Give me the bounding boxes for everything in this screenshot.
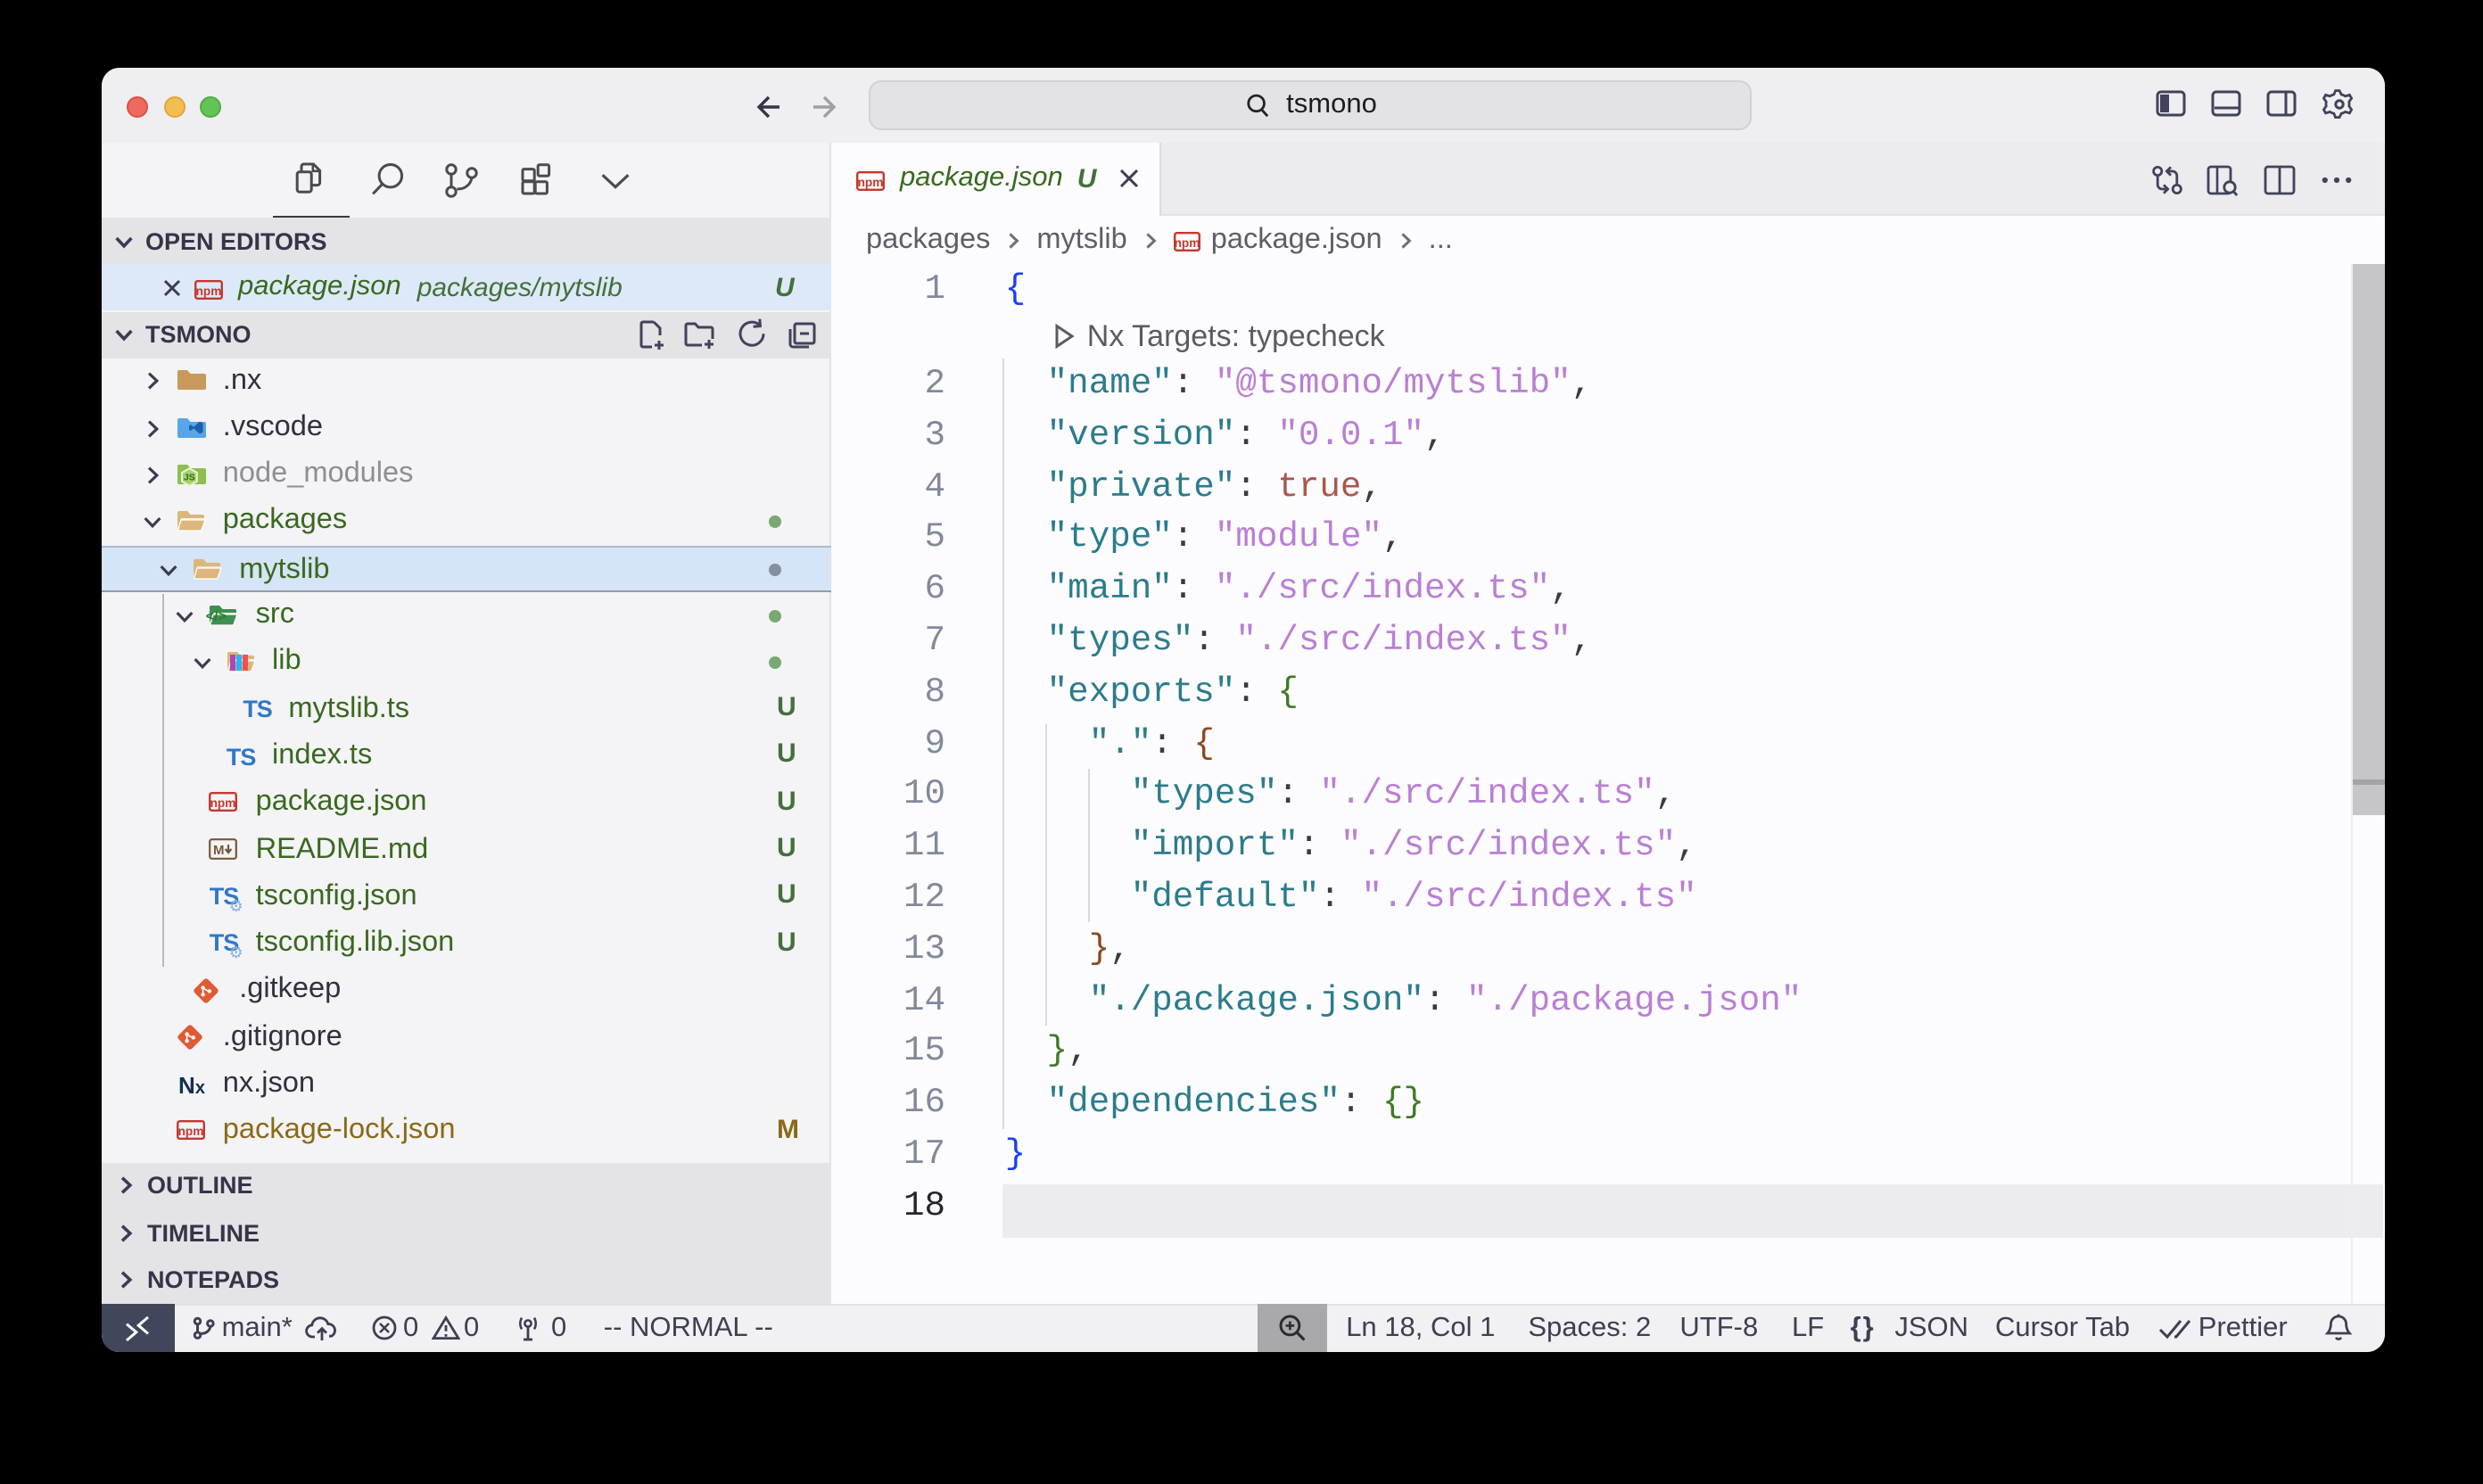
svg-text:JS: JS [184,473,195,482]
svg-text:M: M [214,843,226,858]
svg-text:npm: npm [195,284,221,297]
svg-text:npm: npm [857,176,883,189]
svg-text:npm: npm [178,1125,204,1138]
svg-text:npm: npm [1174,236,1200,250]
svg-text:npm: npm [210,796,236,810]
